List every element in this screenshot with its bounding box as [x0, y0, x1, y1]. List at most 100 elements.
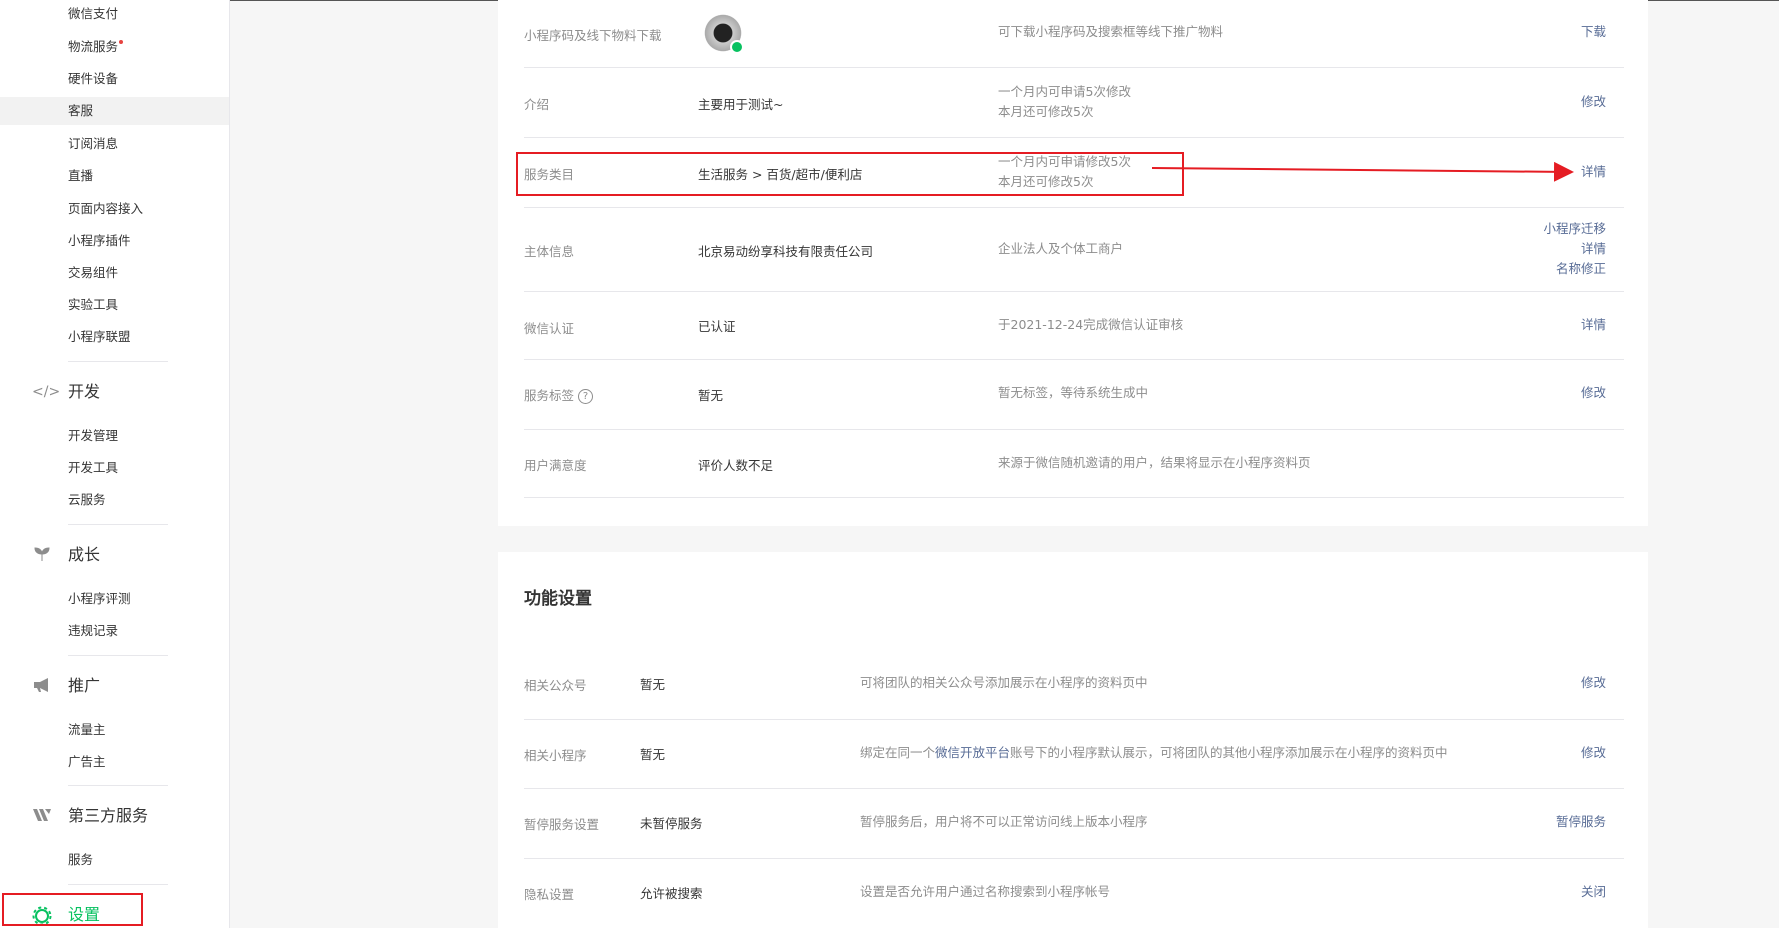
row-label: 介绍 [524, 97, 550, 112]
row-label: 相关公众号 [524, 678, 587, 693]
sidebar-item-cloud[interactable]: 云服务 [0, 486, 229, 514]
row-value: 北京易动纷享科技有限责任公司 [698, 244, 874, 259]
sidebar-item-dev-tools[interactable]: 开发工具 [0, 454, 229, 482]
verification-detail-link[interactable]: 详情 [1581, 315, 1606, 335]
row-desc: 可下载小程序码及搜索框等线下推广物料 [998, 24, 1224, 39]
pause-service-link[interactable]: 暂停服务 [1556, 812, 1606, 832]
basic-info-card: 小程序码及线下物料下载 可下载小程序码及搜索框等线下推广物料 下载 介绍 主要用… [498, 0, 1648, 526]
sidebar-group-growth[interactable]: 成长 [0, 539, 229, 571]
setting-row-related-miniprogram: 相关小程序 暂无 绑定在同一个微信开放平台账号下的小程序默认展示，可将团队的其他… [524, 720, 1624, 789]
sidebar-item-label: 物流服务 [68, 39, 119, 54]
open-platform-link[interactable]: 微信开放平台 [935, 745, 1010, 760]
sidebar-item-subscribe-msg[interactable]: 订阅消息 [0, 130, 229, 158]
row-desc: 暂停服务后，用户将不可以正常访问线上版本小程序 [860, 814, 1148, 829]
edit-tags-link[interactable]: 修改 [1581, 383, 1606, 403]
sidebar-item-hardware[interactable]: 硬件设备 [0, 65, 229, 93]
third-party-icon [32, 807, 52, 825]
row-desc: 绑定在同一个微信开放平台账号下的小程序默认展示，可将团队的其他小程序添加展示在小… [860, 745, 1448, 760]
row-label: 暂停服务设置 [524, 817, 600, 832]
sidebar-divider [68, 655, 168, 656]
edit-official-account-link[interactable]: 修改 [1581, 673, 1606, 693]
sidebar: 微信支付 物流服务 硬件设备 客服 订阅消息 直播 页面内容接入 小程序插件 交… [0, 0, 230, 928]
row-value: 主要用于测试~ [698, 97, 784, 112]
name-correct-link[interactable]: 名称修正 [1543, 259, 1606, 279]
sprout-icon [32, 546, 52, 564]
sidebar-group-third-party[interactable]: 第三方服务 [0, 800, 229, 832]
row-label: 隐私设置 [524, 887, 575, 902]
row-label: 相关小程序 [524, 748, 587, 763]
row-desc: 暂无标签，等待系统生成中 [998, 385, 1149, 400]
section-title: 功能设置 [524, 589, 592, 609]
qrcode-thumbnail[interactable] [700, 10, 746, 56]
help-icon[interactable]: ? [578, 389, 594, 404]
sidebar-group-label: 开发 [68, 382, 101, 401]
row-value: 已认证 [698, 319, 736, 334]
sidebar-item-dev-manage[interactable]: 开发管理 [0, 422, 229, 450]
setting-row-pause-service: 暂停服务设置 未暂停服务 暂停服务后，用户将不可以正常访问线上版本小程序 暂停服… [524, 789, 1624, 859]
feature-settings-card: 功能设置 相关公众号 暂无 可将团队的相关公众号添加展示在小程序的资料页中 修改… [498, 552, 1648, 928]
annotation-box-settings [2, 893, 143, 926]
sidebar-item-union[interactable]: 小程序联盟 [0, 323, 229, 351]
sidebar-divider [68, 524, 168, 525]
row-desc: 于2021-12-24完成微信认证审核 [998, 317, 1184, 332]
megaphone-icon [32, 677, 52, 695]
category-detail-link[interactable]: 详情 [1581, 162, 1606, 182]
download-link[interactable]: 下载 [1581, 22, 1606, 42]
row-desc: 来源于微信随机邀请的用户，结果将显示在小程序资料页 [998, 455, 1311, 470]
row-desc: 一个月内可申请5次修改 本月还可修改5次 [998, 84, 1131, 119]
sidebar-item-plugins[interactable]: 小程序插件 [0, 227, 229, 255]
sidebar-item-evaluation[interactable]: 小程序评测 [0, 585, 229, 613]
sidebar-item-service[interactable]: 服务 [0, 846, 229, 874]
row-value: 暂无 [640, 747, 666, 762]
info-row-verification: 微信认证 已认证 于2021-12-24完成微信认证审核 详情 [524, 292, 1624, 360]
setting-row-official-account: 相关公众号 暂无 可将团队的相关公众号添加展示在小程序的资料页中 修改 [524, 650, 1624, 720]
row-label: 主体信息 [524, 244, 575, 259]
edit-related-miniprogram-link[interactable]: 修改 [1581, 743, 1606, 763]
sidebar-group-dev[interactable]: </> 开发 [0, 376, 229, 408]
code-icon: </> [32, 384, 61, 400]
row-label: 用户满意度 [524, 458, 587, 473]
row-value: 允许被搜索 [640, 886, 703, 901]
new-dot-icon [119, 40, 124, 44]
info-row-tags: 服务标签? 暂无 暂无标签，等待系统生成中 修改 [524, 360, 1624, 430]
annotation-arrow [1151, 161, 1574, 182]
row-value: 暂无 [640, 677, 666, 692]
row-label: 微信认证 [524, 321, 575, 336]
row-desc: 设置是否允许用户通过名称搜索到小程序帐号 [860, 884, 1111, 899]
entity-actions: 小程序迁移 详情 名称修正 [1543, 219, 1606, 279]
info-row-entity: 主体信息 北京易动纷享科技有限责任公司 企业法人及个体工商户 小程序迁移 详情 … [524, 208, 1624, 292]
row-desc: 可将团队的相关公众号添加展示在小程序的资料页中 [860, 675, 1148, 690]
sidebar-group-label: 成长 [68, 545, 101, 564]
sidebar-item-traffic-master[interactable]: 流量主 [0, 716, 229, 744]
edit-intro-link[interactable]: 修改 [1581, 92, 1606, 112]
entity-detail-link[interactable]: 详情 [1543, 239, 1606, 259]
sidebar-item-page-content[interactable]: 页面内容接入 [0, 195, 229, 223]
sidebar-group-label: 第三方服务 [68, 806, 149, 825]
close-search-link[interactable]: 关闭 [1581, 882, 1606, 902]
row-label: 服务标签? [524, 385, 594, 404]
row-label: 小程序码及线下物料下载 [524, 28, 662, 43]
sidebar-group-promo[interactable]: 推广 [0, 670, 229, 702]
sidebar-item-experiment[interactable]: 实验工具 [0, 291, 229, 319]
info-row-satisfaction: 用户满意度 评价人数不足 来源于微信随机邀请的用户，结果将显示在小程序资料页 [524, 430, 1624, 498]
sidebar-divider [68, 785, 168, 786]
sidebar-item-logistics[interactable]: 物流服务 [0, 33, 229, 61]
sidebar-divider [68, 884, 168, 885]
migrate-link[interactable]: 小程序迁移 [1543, 219, 1606, 239]
row-value: 暂无 [698, 388, 724, 403]
row-value: 评价人数不足 [698, 458, 774, 473]
sidebar-group-label: 推广 [68, 676, 101, 695]
sidebar-item-advertiser[interactable]: 广告主 [0, 748, 229, 776]
setting-row-privacy: 隐私设置 允许被搜索 设置是否允许用户通过名称搜索到小程序帐号 关闭 [524, 859, 1624, 928]
sidebar-item-trade-component[interactable]: 交易组件 [0, 259, 229, 287]
sidebar-item-live[interactable]: 直播 [0, 162, 229, 190]
sidebar-divider [68, 361, 168, 362]
info-row-intro: 介绍 主要用于测试~ 一个月内可申请5次修改 本月还可修改5次 修改 [524, 68, 1624, 138]
sidebar-item-violations[interactable]: 违规记录 [0, 617, 229, 645]
info-row-qrcode: 小程序码及线下物料下载 可下载小程序码及搜索框等线下推广物料 下载 [524, 0, 1624, 68]
sidebar-item-wechat-pay[interactable]: 微信支付 [0, 0, 229, 28]
sidebar-item-customer-service[interactable]: 客服 [0, 97, 229, 125]
annotation-box-category [516, 152, 1184, 196]
row-desc: 企业法人及个体工商户 [998, 241, 1124, 256]
row-value: 未暂停服务 [640, 816, 703, 831]
